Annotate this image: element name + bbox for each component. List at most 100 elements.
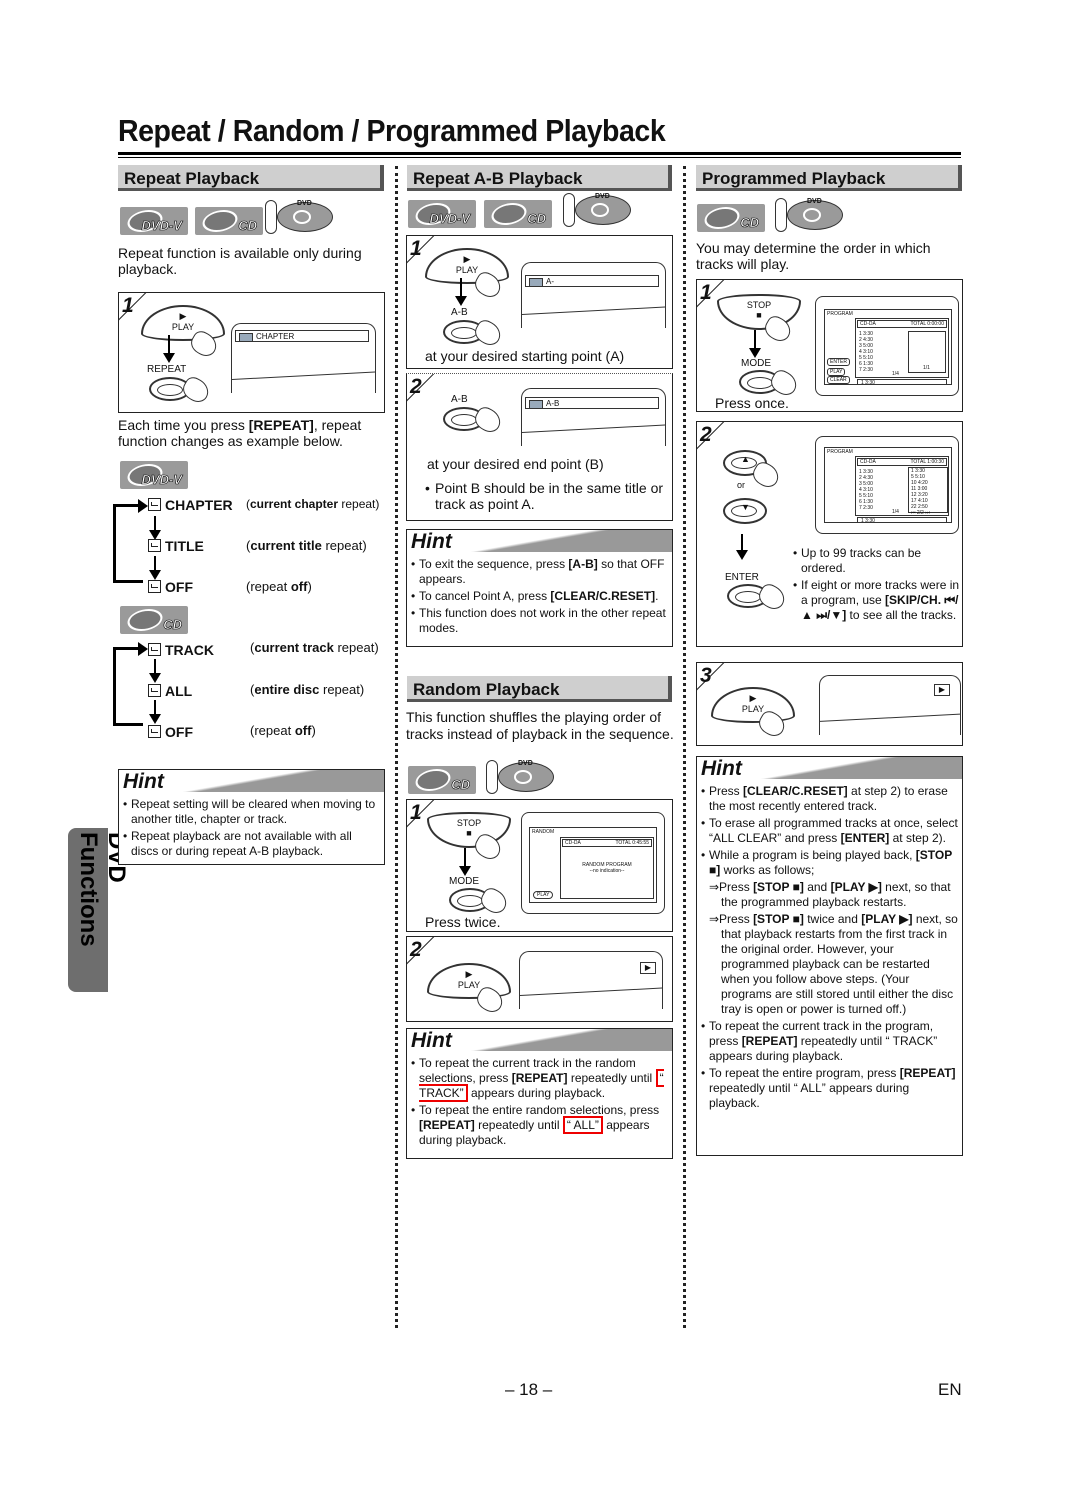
program-osd: PROGRAM CD-DA TOTAL 0:00:00 1 3:30 2 4:30 3… [824,309,952,385]
tv-screen: ▶ [519,951,663,1009]
hint-title: Hint [701,757,742,780]
hint-box-random: Hint To repeat the current track in the … [406,1028,673,1159]
repeat-step1-box: 1 ▶ PLAY REPEAT CHAPTER [118,292,385,413]
repeat-icon [148,580,161,593]
section-heading-random: Random Playback [407,676,672,702]
dvd-v-badge: DVD-V [120,207,188,235]
arrow-right-icon [138,642,148,656]
program-osd: PROGRAM CD-DA TOTAL 1:00:30 1 3:30 2 4:30 3… [824,447,952,523]
section-heading-repeat: Repeat Playback [118,165,384,191]
title-rule [118,152,961,155]
cd-badge: CD [484,200,552,228]
repeat-intro: Repeat function is available only during… [118,245,362,277]
hint-item: To erase all programmed tracks at once, … [701,816,958,846]
tv-screen: A- [521,262,666,328]
repeat-icon [148,539,161,552]
cycle-item-chapter: CHAPTER [148,497,233,513]
remote-dvd-icon: DVD [775,198,847,234]
cycle-desc: (current chapter repeat) [246,497,380,511]
arrow-down-icon [736,534,748,560]
step-number: 2 [700,423,712,446]
hint-item: To repeat the current track in the progr… [701,1019,958,1064]
cycle-loop-line [113,504,116,582]
arrow-down-icon [149,659,161,683]
cycle-desc: (current track repeat) [250,640,379,655]
random-step2-box: 2 ▶ PLAY ▶ [406,936,673,1022]
hint-item: To repeat the entire random selections, … [411,1103,668,1148]
osd-ab: A-B [525,397,659,409]
hint-title: Hint [411,1029,452,1052]
hint-item: To repeat the current track in the rando… [411,1056,668,1102]
title-rule-thin [118,157,961,158]
language-label: EN [938,1380,962,1399]
cycle-loop-line [113,647,116,725]
side-tab: DVD Functions [68,828,130,992]
hint-item: While a program is being played back, [S… [701,848,958,1017]
up-arrow-icon: ▲ [741,454,750,464]
arrow-down-icon [749,330,761,358]
down-arrow-icon: ▼ [741,502,750,512]
dvd-v-badge: DVD-V [408,200,476,228]
random-osd: RANDOM CD-DA TOTAL 0:45:55 RANDOM PROGRAM… [529,827,657,903]
cd-badge: CD [408,766,476,794]
dvd-v-badge: DVD-V [120,461,188,489]
hint-title: Hint [411,530,452,553]
cd-badge: CD [120,606,188,634]
cycle-loop-line [113,723,143,726]
hint-item: This function does not work in the other… [411,606,668,636]
step-number: 1 [700,281,712,304]
repeat-icon [148,498,161,511]
cycle-desc: (repeat off) [250,723,316,738]
step-number: 2 [410,375,422,398]
repeat-button-label: REPEAT [147,364,187,375]
play-indicator: ▶ [934,684,950,696]
cd-badge: CD [195,207,263,235]
cycle-desc: (current title repeat) [246,538,367,553]
hint-sub-item: ⇒Press [STOP ■] and [PLAY ▶] next, so th… [709,880,951,909]
tv-screen: ▶ [819,675,961,735]
arrow-down-icon [149,516,161,540]
random-intro: This function shuffles the playing order… [406,709,674,742]
arrow-down-icon [455,278,467,306]
remote-dvd-icon: DVD [265,200,337,236]
hint-item: Repeat setting will be cleared when movi… [123,797,380,827]
ab-step1-box: 1 ▶ PLAY A-B A- at your desired starting … [406,235,673,369]
hint-item: To exit the sequence, press [A-B] so tha… [411,557,668,587]
play-indicator: ▶ [640,962,656,974]
repeat-icon [148,725,161,738]
cycle-item-off: OFF [148,579,193,595]
tv-screen: PROGRAM CD-DA TOTAL 1:00:30 1 3:30 2 4:30 3… [815,436,959,534]
page-title: Repeat / Random / Programmed Playback [118,113,666,148]
cycle-item-off: OFF [148,724,193,740]
hint-sub-item: ⇒Press [STOP ■] twice and [PLAY ▶] next,… [709,912,958,1016]
ab-button-label: A-B [451,307,468,318]
tv-screen: CHAPTER [231,323,376,393]
page-number: – 18 – [505,1380,553,1399]
cycle-item-track: TRACK [148,642,214,658]
hand-icon [179,373,213,407]
hint-item: Repeat playback are not available with a… [123,829,380,859]
highlight-all: “ ALL” [562,1116,603,1134]
section-heading-programmed: Programmed Playback [696,165,962,191]
cycle-item-title: TITLE [148,538,204,554]
repeat-cycle-intro: Each time you press [REPEAT], repeat fun… [118,417,362,449]
step-caption: at your desired end point (B) [427,456,604,472]
note-item: • Up to 99 tracks can be ordered. [793,546,922,575]
hint-item: Press [CLEAR/C.RESET] at step 2) to eras… [701,784,958,814]
step-number: 2 [410,938,422,961]
note-item: • If eight or more tracks were in a progr… [793,578,960,622]
arrow-down-icon [149,556,161,580]
cycle-desc: (entire disc repeat) [250,682,365,697]
step-number: 3 [700,664,712,687]
remote-dvd-icon: DVD [486,760,558,796]
random-step1-box: 1 STOP ■ MODE RANDOM CD-DA TOTAL 0:45:55 R… [406,799,673,932]
step-caption: Press once. [715,395,789,411]
hint-box-repeat: Hint Repeat setting will be cleared when… [118,769,385,865]
mode-button-label: MODE [741,358,771,369]
column-divider [683,166,687,1328]
ab-step2-box: 2 A-B A-B at your desired end point (B) … [406,373,673,521]
ab-button-label: A-B [451,394,468,405]
programmed-step1-box: 1 STOP ■ MODE PROGRAM CD-DA TOTAL 0:00:00 … [696,279,963,412]
arrow-right-icon [138,499,148,513]
arrow-down-icon [163,335,175,363]
